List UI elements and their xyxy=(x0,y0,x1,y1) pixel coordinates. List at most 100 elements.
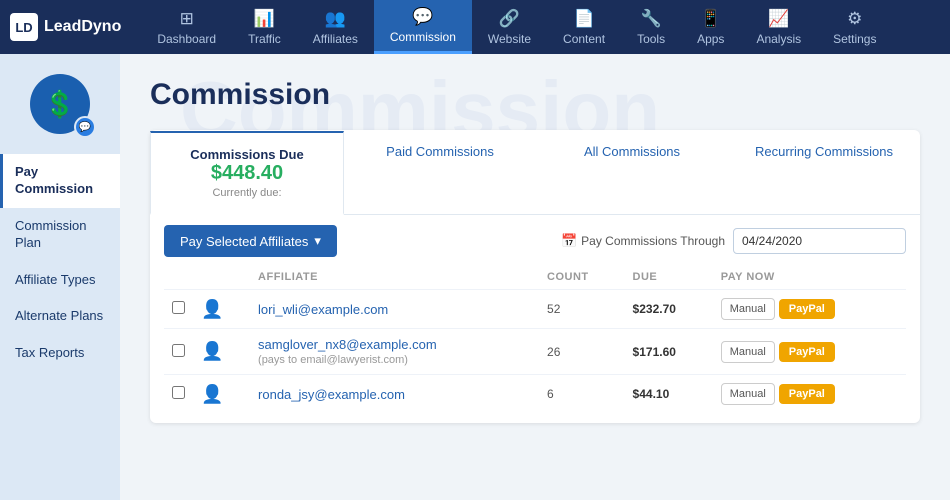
affiliates-nav-label: Affiliates xyxy=(313,32,358,46)
tools-nav-icon: 🔧 xyxy=(640,9,661,29)
page-title: Commission xyxy=(150,78,920,112)
action-cell: Manual PayPal xyxy=(721,341,898,363)
nav-item-traffic[interactable]: 📊 Traffic xyxy=(232,0,297,54)
nav-item-tools[interactable]: 🔧 Tools xyxy=(621,0,681,54)
nav-item-commission[interactable]: 💬 Commission xyxy=(374,0,472,54)
row-checkbox-cell xyxy=(164,329,193,375)
date-filter: 📅 Pay Commissions Through xyxy=(561,228,906,254)
date-input[interactable] xyxy=(733,228,906,254)
commissions-table: AFFILIATE COUNT DUE PAY NOW 👤 lori_wli@e… xyxy=(164,267,906,413)
row-avatar-cell: 👤 xyxy=(193,329,250,375)
col-due: DUE xyxy=(625,267,713,290)
toolbar: Pay Selected Affiliates ▾ 📅 Pay Commissi… xyxy=(150,215,920,267)
table-wrap: AFFILIATE COUNT DUE PAY NOW 👤 lori_wli@e… xyxy=(150,267,920,423)
nav-item-dashboard[interactable]: ⊞ Dashboard xyxy=(141,0,232,54)
dollar-icon: 💲 💬 xyxy=(30,74,90,134)
dashboard-nav-label: Dashboard xyxy=(157,32,216,46)
traffic-nav-label: Traffic xyxy=(248,32,281,46)
col-avatar xyxy=(193,267,250,290)
paypal-pay-button[interactable]: PayPal xyxy=(779,384,835,404)
sidebar-item-tax-reports[interactable]: Tax Reports xyxy=(0,335,120,372)
manual-pay-button[interactable]: Manual xyxy=(721,383,775,405)
nav-items: ⊞ Dashboard 📊 Traffic 👥Affiliates 💬 Commission… xyxy=(141,0,940,54)
chat-bubble-icon: 💬 xyxy=(74,116,96,138)
nav-item-content[interactable]: 📄 Content xyxy=(547,0,621,54)
row-count-cell: 52 xyxy=(539,290,625,329)
tabs-header: Commissions Due $448.40 Currently due: P… xyxy=(150,130,920,215)
row-checkbox[interactable] xyxy=(172,301,185,314)
table-header-row: AFFILIATE COUNT DUE PAY NOW xyxy=(164,267,906,290)
row-checkbox-cell xyxy=(164,375,193,414)
settings-nav-icon: ⚙ xyxy=(847,9,862,29)
sidebar-logo-area: 💲 💬 xyxy=(30,74,90,134)
sidebar-item-pay-commission[interactable]: Pay Commission xyxy=(0,154,120,208)
row-avatar-cell: 👤 xyxy=(193,375,250,414)
logo-icon: LD xyxy=(10,13,38,41)
affiliate-email-link[interactable]: ronda_jsy@example.com xyxy=(258,387,405,402)
table-row: 👤 samglover_nx8@example.com (pays to ema… xyxy=(164,329,906,375)
nav-item-website[interactable]: 🔗Website xyxy=(472,0,547,54)
row-checkbox[interactable] xyxy=(172,344,185,357)
row-due-cell: $171.60 xyxy=(625,329,713,375)
calendar-icon: 📅 xyxy=(561,233,577,249)
tab-paid-commissions[interactable]: Paid Commissions xyxy=(344,130,536,214)
col-affiliate: AFFILIATE xyxy=(250,267,539,290)
manual-pay-button[interactable]: Manual xyxy=(721,298,775,320)
sidebar-nav: Pay CommissionCommission PlanAffiliate T… xyxy=(0,154,120,372)
table-row: 👤 ronda_jsy@example.com 6 $44.10 Manual … xyxy=(164,375,906,414)
brand-name: LeadDyno xyxy=(44,18,121,36)
row-count-cell: 6 xyxy=(539,375,625,414)
affiliate-email-link[interactable]: samglover_nx8@example.com xyxy=(258,337,437,352)
nav-item-settings[interactable]: ⚙ Settings xyxy=(817,0,892,54)
row-affiliate-cell: lori_wli@example.com xyxy=(250,290,539,329)
tab-recurring-commissions-label: Recurring Commissions xyxy=(738,144,910,159)
row-affiliate-cell: samglover_nx8@example.com (pays to email… xyxy=(250,329,539,375)
analysis-nav-icon: 📈 xyxy=(768,9,789,29)
content-nav-label: Content xyxy=(563,32,605,46)
paypal-pay-button[interactable]: PayPal xyxy=(779,299,835,319)
tab-all-commissions[interactable]: All Commissions xyxy=(536,130,728,214)
row-pay-cell: Manual PayPal xyxy=(713,329,906,375)
col-check xyxy=(164,267,193,290)
avatar-icon: 👤 xyxy=(201,299,223,319)
commission-nav-label: Commission xyxy=(390,30,456,44)
row-due-cell: $232.70 xyxy=(625,290,713,329)
apps-nav-icon: 📱 xyxy=(700,9,721,29)
logo[interactable]: LD LeadDyno xyxy=(10,13,121,41)
row-due-cell: $44.10 xyxy=(625,375,713,414)
row-pay-cell: Manual PayPal xyxy=(713,290,906,329)
tab-recurring-commissions[interactable]: Recurring Commissions xyxy=(728,130,920,214)
col-pay-now: PAY NOW xyxy=(713,267,906,290)
main-layout: 💲 💬 Pay CommissionCommission PlanAffilia… xyxy=(0,54,950,500)
settings-nav-label: Settings xyxy=(833,32,876,46)
sidebar-item-alternate-plans[interactable]: Alternate Plans xyxy=(0,298,120,335)
tab-commissions-due-amount: $448.40 xyxy=(161,162,333,185)
table-row: 👤 lori_wli@example.com 52 $232.70 Manual… xyxy=(164,290,906,329)
paypal-pay-button[interactable]: PayPal xyxy=(779,342,835,362)
sidebar-item-commission-plan[interactable]: Commission Plan xyxy=(0,208,120,262)
content-nav-icon: 📄 xyxy=(573,9,594,29)
navbar: LD LeadDyno ⊞ Dashboard 📊 Traffic 👥Affiliate… xyxy=(0,0,950,54)
tab-commissions-due-subtitle: Currently due: xyxy=(161,187,333,199)
row-count-cell: 26 xyxy=(539,329,625,375)
nav-item-analysis[interactable]: 📈 Analysis xyxy=(740,0,817,54)
row-affiliate-cell: ronda_jsy@example.com xyxy=(250,375,539,414)
commission-nav-icon: 💬 xyxy=(412,7,433,27)
traffic-nav-icon: 📊 xyxy=(254,9,275,29)
nav-item-affiliates[interactable]: 👥Affiliates xyxy=(297,0,374,54)
sidebar-item-affiliate-types[interactable]: Affiliate Types xyxy=(0,262,120,299)
analysis-nav-label: Analysis xyxy=(756,32,801,46)
tools-nav-label: Tools xyxy=(637,32,665,46)
affiliate-email-link[interactable]: lori_wli@example.com xyxy=(258,302,388,317)
row-checkbox[interactable] xyxy=(172,386,185,399)
sidebar: 💲 💬 Pay CommissionCommission PlanAffilia… xyxy=(0,54,120,500)
manual-pay-button[interactable]: Manual xyxy=(721,341,775,363)
tab-commissions-due[interactable]: Commissions Due $448.40 Currently due: xyxy=(150,131,344,215)
dropdown-arrow-icon: ▾ xyxy=(314,233,321,249)
dashboard-nav-icon: ⊞ xyxy=(180,9,194,29)
nav-item-apps[interactable]: 📱Apps xyxy=(681,0,740,54)
row-checkbox-cell xyxy=(164,290,193,329)
row-pay-cell: Manual PayPal xyxy=(713,375,906,414)
pay-selected-affiliates-button[interactable]: Pay Selected Affiliates ▾ xyxy=(164,225,337,257)
col-count: COUNT xyxy=(539,267,625,290)
